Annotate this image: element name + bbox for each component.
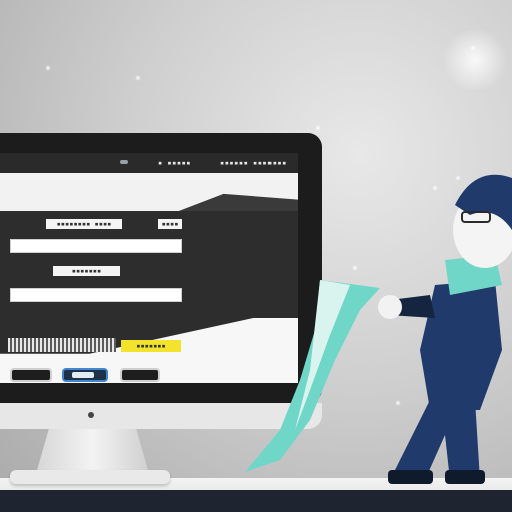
floor-strip [0, 490, 512, 512]
torso-shape [420, 280, 502, 410]
primary-button-face [72, 372, 94, 378]
apple-logo-icon [88, 412, 94, 418]
secondary-button[interactable] [120, 368, 160, 382]
sparkle [135, 75, 141, 81]
shoe-right [445, 470, 485, 484]
monitor-stand-base [10, 470, 170, 484]
field1-label-b: ▪▪▪▪ [158, 219, 182, 229]
text-input-2[interactable] [11, 295, 181, 308]
field1-label: ▪▪▪▪▪▪▪▪ ▪▪▪▪ [46, 219, 122, 229]
text-input-1[interactable] [11, 246, 181, 259]
sparkle [470, 45, 476, 51]
field2-label: ▪▪▪▪▪▪▪ [53, 266, 120, 276]
shoe-left [388, 470, 433, 484]
text-field-1[interactable] [10, 239, 182, 259]
primary-button[interactable] [62, 368, 108, 382]
character-illustration [245, 174, 512, 484]
cancel-button[interactable] [10, 368, 52, 382]
background-glow [440, 30, 510, 90]
sparkle [45, 65, 51, 71]
progress-label: ▪▪▪▪▪▪▪ [121, 340, 181, 352]
text-field-2[interactable] [10, 288, 182, 308]
hand-shape [378, 295, 402, 319]
sparkle [315, 125, 321, 131]
scarf-highlight [295, 280, 350, 430]
legs-shape [390, 400, 480, 480]
topbar-tab-1[interactable]: ▪ ▪▪▪▪▪ [158, 157, 191, 169]
progress-bar [8, 338, 116, 352]
dot-icon [120, 160, 128, 164]
